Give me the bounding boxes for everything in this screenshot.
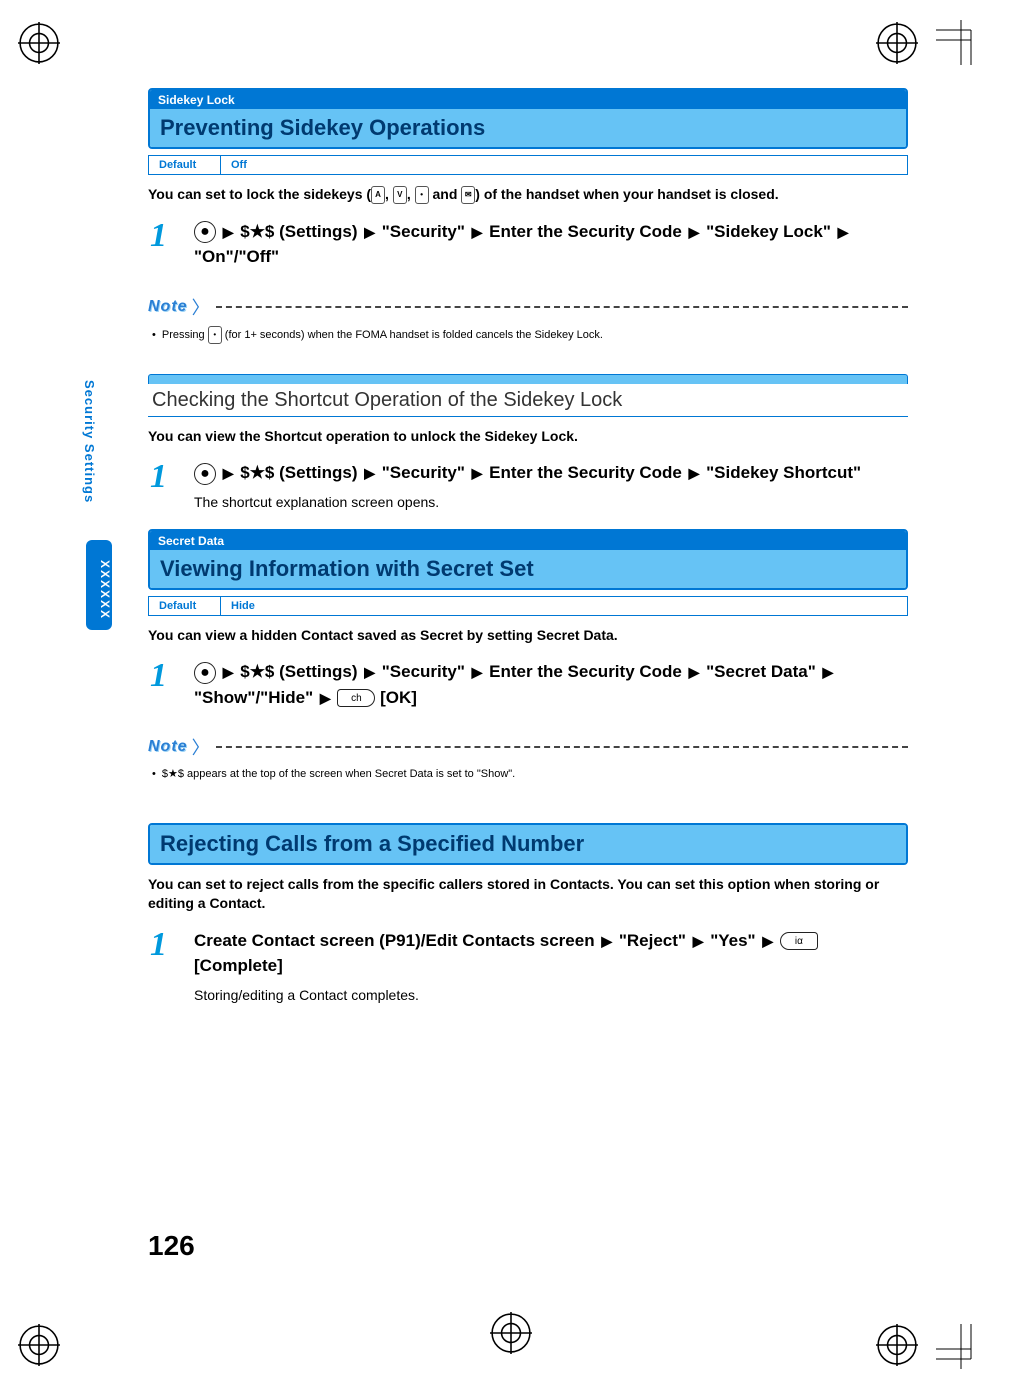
registration-mark-tl [18,22,60,64]
step-body: ● ▶ $★$ (Settings) ▶ "Security" ▶ Enter … [194,460,908,513]
soft-key-complete-icon: iα [780,932,818,950]
subsection-title: Checking the Shortcut Operation of the S… [148,384,908,417]
default-row: Default Off [148,155,908,175]
arrow-icon: ▶ [689,463,700,484]
note-header: Note 〉 [148,734,908,760]
sidekey-dot-icon: • [208,326,222,344]
arrow-icon: ▶ [320,688,331,709]
arrow-icon: ▶ [838,222,849,243]
arrow-icon: ▶ [472,222,483,243]
arrow-icon: ▶ [823,662,834,683]
arrow-icon: ▶ [689,222,700,243]
section1-lead: You can set to lock the sidekeys (A, V, … [148,185,908,205]
center-key-icon: ● [194,463,216,485]
note-label: Note [148,738,190,756]
subsection-stripe [148,374,908,384]
default-label: Default [149,156,221,174]
note-header: Note 〉 [148,294,908,320]
step-explain: The shortcut explanation screen opens. [194,492,908,513]
section2-lead: You can view a hidden Contact saved as S… [148,626,908,646]
arrow-icon: ▶ [364,222,375,243]
note-divider [216,306,908,308]
step-body: ● ▶ $★$ (Settings) ▶ "Security" ▶ Enter … [194,219,908,270]
step-body: ● ▶ $★$ (Settings) ▶ "Security" ▶ Enter … [194,659,908,710]
side-tab-page-marker: XXXXXX [86,540,112,630]
section-secret-data: Secret Data Viewing Information with Sec… [148,529,908,590]
arrow-icon: ▶ [601,931,612,952]
page-number: 126 [148,1230,195,1262]
step-number: 1 [148,219,194,270]
section-sidekey-lock: Sidekey Lock Preventing Sidekey Operatio… [148,88,908,149]
default-value: Hide [221,597,907,615]
sidekey-dot-icon: • [415,186,429,204]
section3-lead: You can set to reject calls from the spe… [148,875,908,914]
subsection-shortcut: Checking the Shortcut Operation of the S… [148,374,908,417]
section2-step1: 1 ● ▶ $★$ (Settings) ▶ "Security" ▶ Ente… [148,659,908,710]
step-number: 1 [148,659,194,710]
step-body: Create Contact screen (P91)/Edit Contact… [194,928,908,1006]
arrow-icon: ▶ [762,931,773,952]
section-tag: Secret Data [150,531,906,550]
arrow-icon: ▶ [364,662,375,683]
side-tab-label: Security Settings [82,380,97,503]
registration-mark-br [876,1324,918,1366]
section3-step1: 1 Create Contact screen (P91)/Edit Conta… [148,928,908,1006]
note-divider [216,746,908,748]
subsection1-step1: 1 ● ▶ $★$ (Settings) ▶ "Security" ▶ Ente… [148,460,908,513]
note-text: •$★$ appears at the top of the screen wh… [152,766,908,783]
note-chevron-icon: 〉 [192,294,210,320]
soft-key-ok-icon: ch [337,689,375,707]
crop-mark-tr [936,20,986,75]
section-title: Viewing Information with Secret Set [150,550,906,588]
registration-mark-tr [876,22,918,64]
arrow-icon: ▶ [693,931,704,952]
crop-mark-br [936,1319,986,1374]
note-label: Note [148,298,190,316]
section1-step1: 1 ● ▶ $★$ (Settings) ▶ "Security" ▶ Ente… [148,219,908,270]
arrow-icon: ▶ [223,662,234,683]
section-title: Rejecting Calls from a Specified Number [150,825,906,863]
registration-mark-bc [490,1312,532,1354]
section-title: Preventing Sidekey Operations [150,109,906,147]
note-chevron-icon: 〉 [192,734,210,760]
step-number: 1 [148,928,194,1006]
arrow-icon: ▶ [223,222,234,243]
default-row: Default Hide [148,596,908,616]
section-tag: Sidekey Lock [150,90,906,109]
note-text: •Pressing • (for 1+ seconds) when the FO… [152,326,908,344]
subsection1-lead: You can view the Shortcut operation to u… [148,427,908,447]
center-key-icon: ● [194,662,216,684]
arrow-icon: ▶ [364,463,375,484]
center-key-icon: ● [194,221,216,243]
step-explain: Storing/editing a Contact completes. [194,985,908,1006]
page-content: Sidekey Lock Preventing Sidekey Operatio… [148,88,908,1018]
arrow-icon: ▶ [472,463,483,484]
sidekey-v-icon: V [393,186,407,204]
arrow-icon: ▶ [689,662,700,683]
registration-mark-bl [18,1324,60,1366]
default-value: Off [221,156,907,174]
sidekey-a-icon: A [371,186,385,204]
default-label: Default [149,597,221,615]
step-number: 1 [148,460,194,513]
arrow-icon: ▶ [223,463,234,484]
arrow-icon: ▶ [472,662,483,683]
sidekey-mail-icon: ✉ [461,186,475,204]
section-reject-calls: Rejecting Calls from a Specified Number [148,823,908,865]
